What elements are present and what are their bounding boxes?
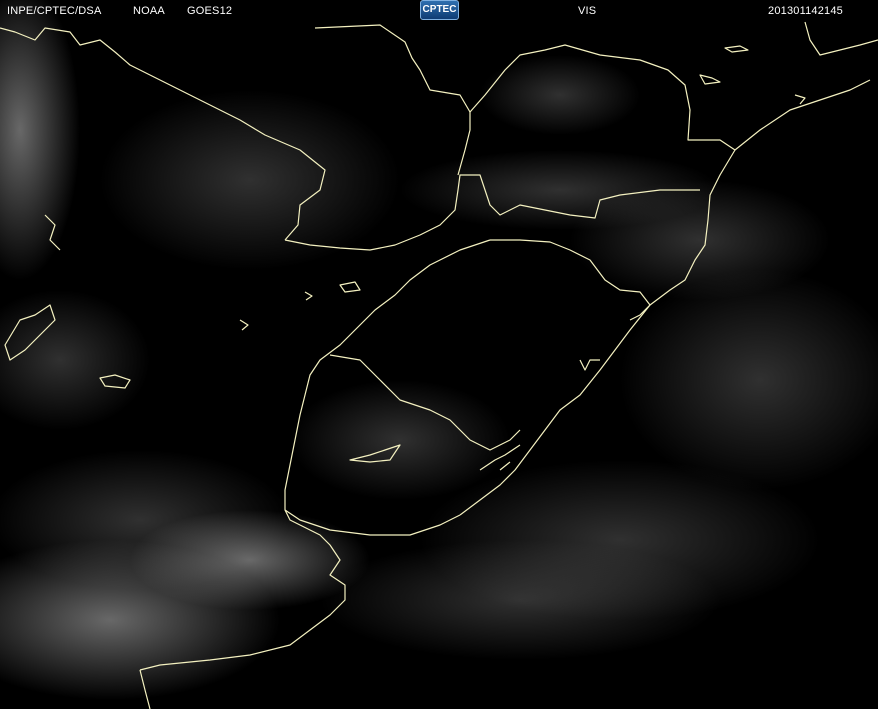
channel-label: VIS (578, 5, 597, 17)
source-label: INPE/CPTEC/DSA (7, 5, 102, 17)
agency-label: NOAA (133, 5, 165, 17)
cptec-logo: CPTEC (420, 0, 459, 20)
satellite-label: GOES12 (187, 5, 233, 17)
timestamp-label: 201301142145 (768, 5, 843, 17)
satellite-image (0, 0, 878, 709)
